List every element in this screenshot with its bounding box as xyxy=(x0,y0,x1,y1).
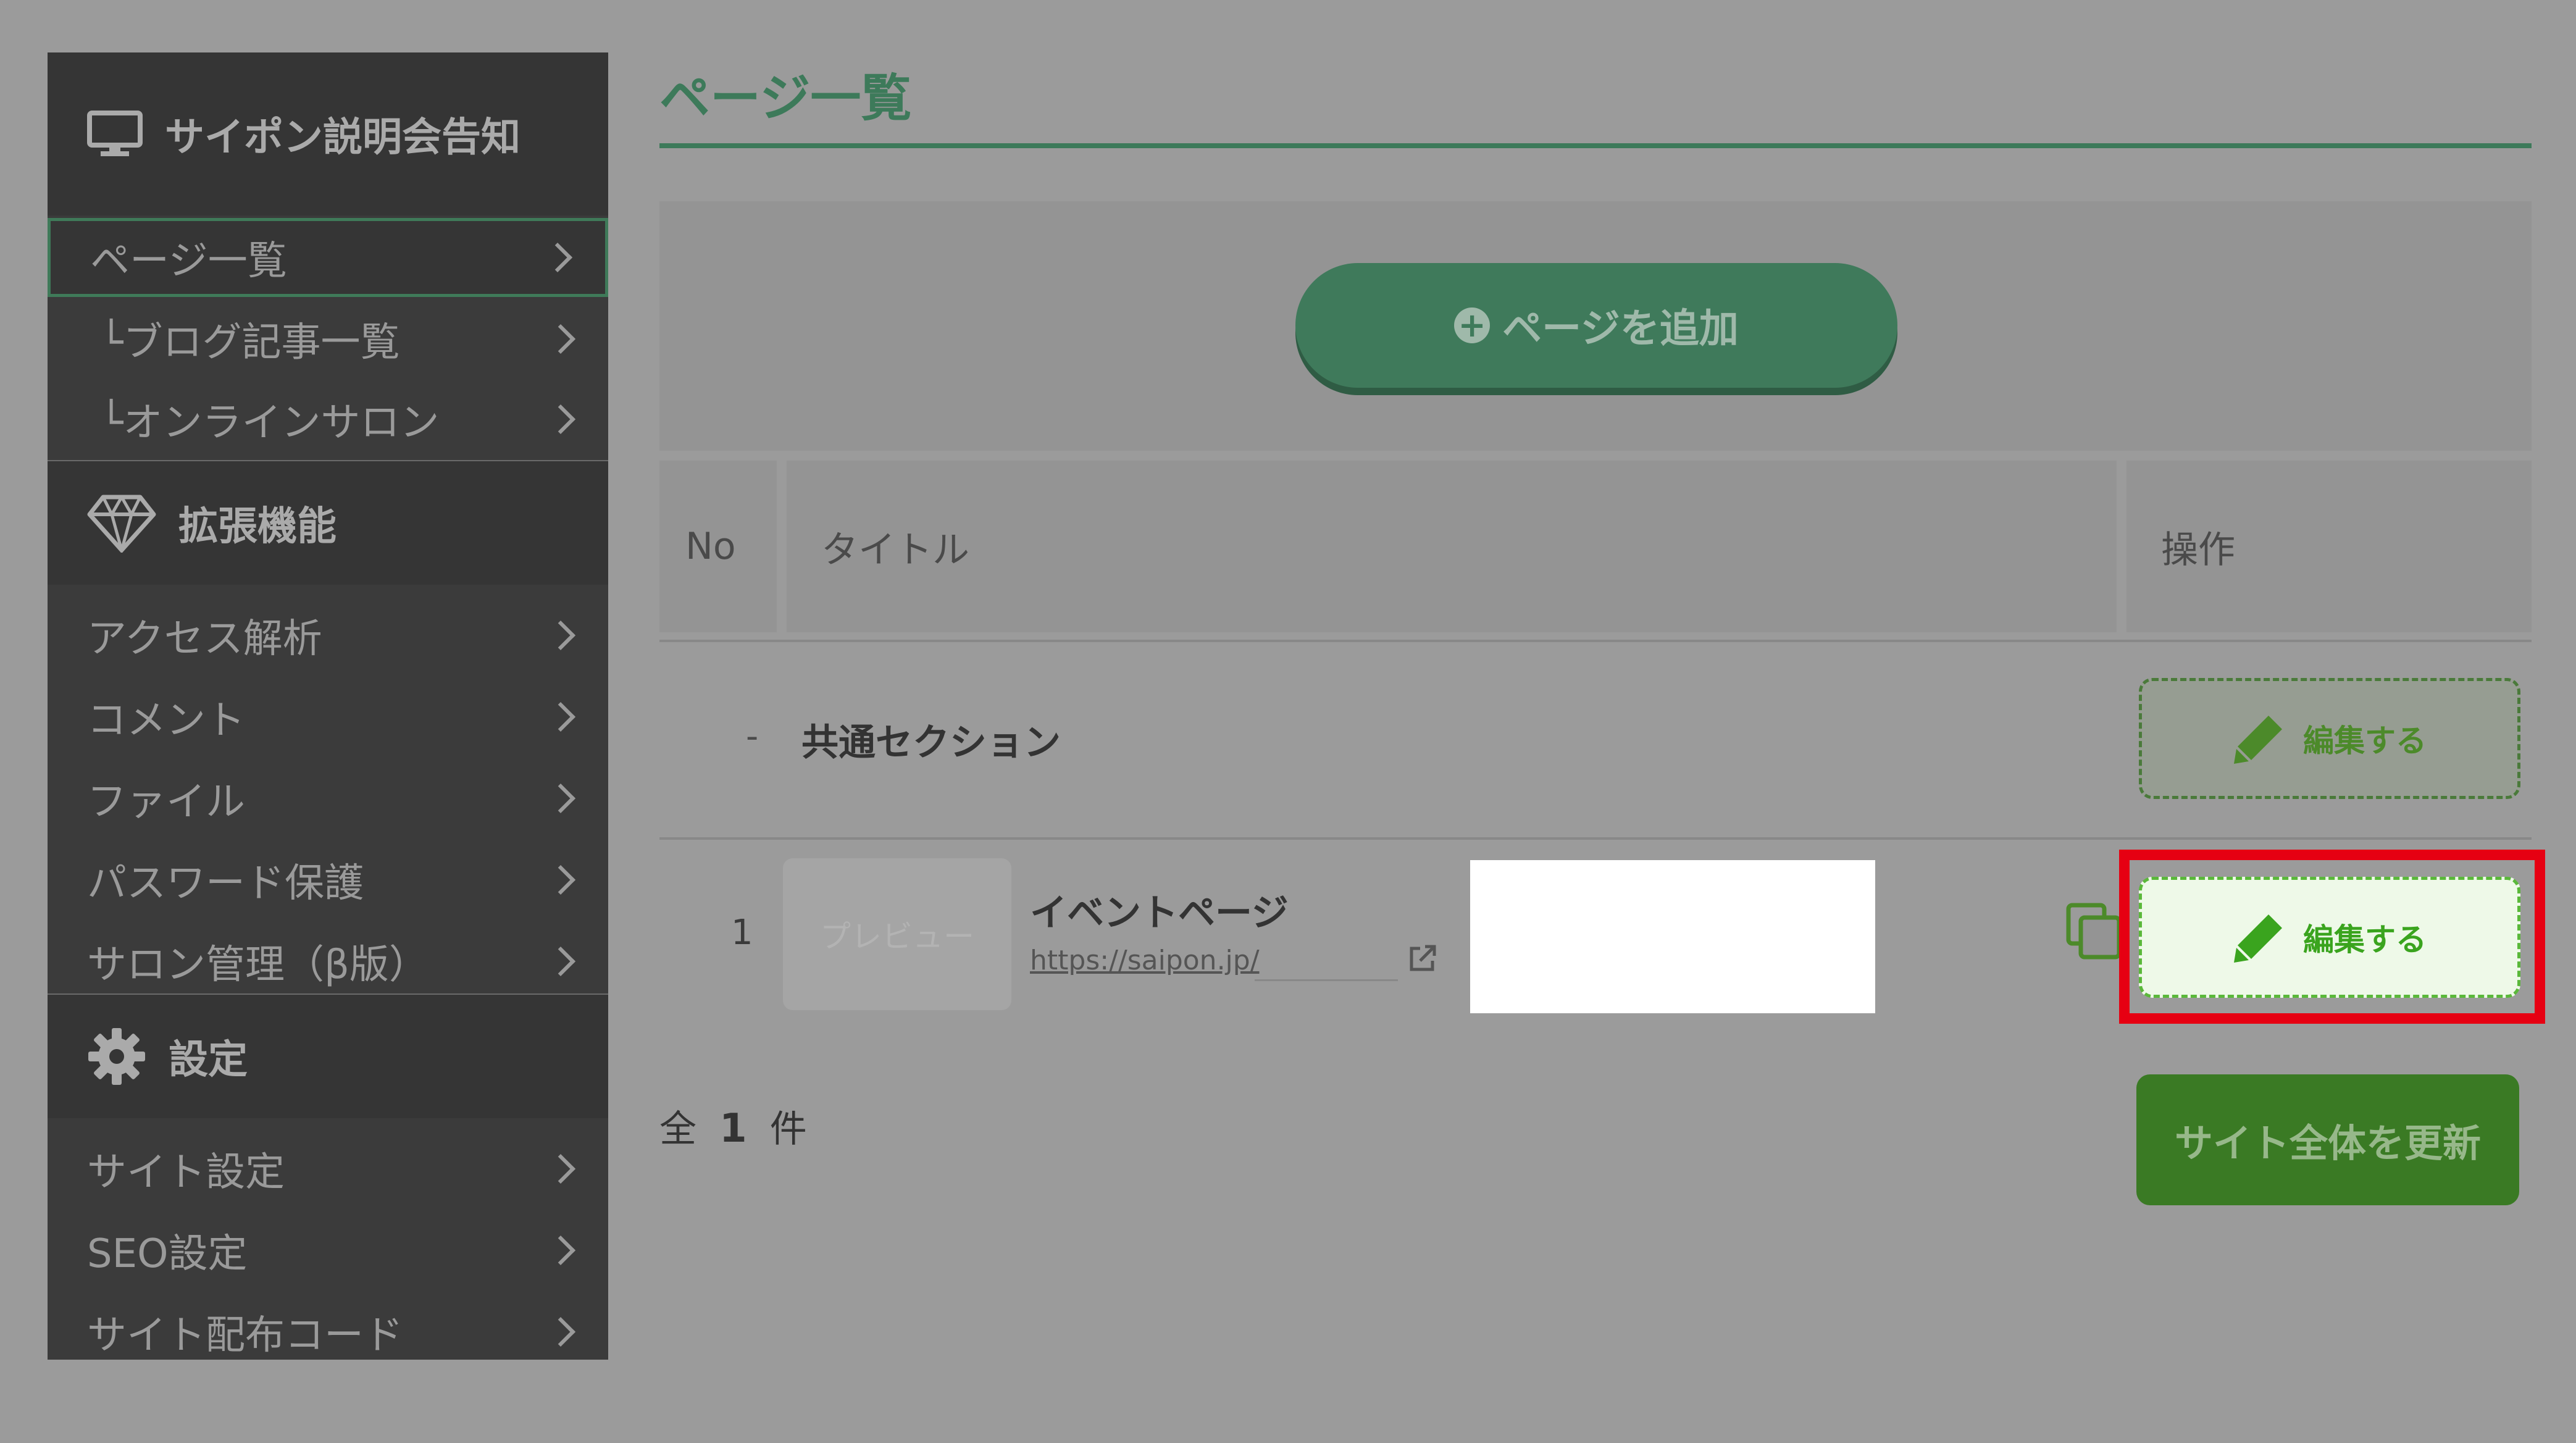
chevron-right-icon xyxy=(545,701,576,732)
edit-common-section-button[interactable]: 編集する xyxy=(2139,678,2520,799)
sidebar-item-label: └オンラインサロン xyxy=(99,400,440,446)
copy-icon[interactable] xyxy=(2066,903,2122,962)
add-page-button[interactable]: + ページを追加 xyxy=(1295,263,1897,388)
sidebar-item-distribution-code[interactable]: サイト配布コード xyxy=(48,1292,608,1371)
edit-button-label: 編集する xyxy=(2303,723,2427,759)
update-site-button[interactable]: サイト全体を更新 xyxy=(2136,1074,2519,1205)
sidebar-item-label: ページ一覧 xyxy=(90,238,287,284)
settings-header-label: 設定 xyxy=(169,1037,248,1083)
chevron-right-icon xyxy=(545,783,576,814)
edit-page-button[interactable]: 編集する xyxy=(2139,877,2520,998)
add-page-label: ページを追加 xyxy=(1502,306,1739,352)
page-name: イベントページ xyxy=(1030,892,1289,935)
pencil-icon xyxy=(2233,712,2286,765)
main-content: ページ一覧 + ページを追加 No タイトル 操作 - 共通セクション 編集する xyxy=(659,0,2545,1443)
gear-icon xyxy=(87,1027,146,1086)
page-title: ページ一覧 xyxy=(659,69,912,128)
chevron-right-icon xyxy=(545,1235,576,1266)
sidebar-item-label: SEO設定 xyxy=(87,1231,248,1277)
sidebar-item-password-protection[interactable]: パスワード保護 xyxy=(48,840,608,919)
pencil-icon xyxy=(2233,911,2286,964)
sidebar-item-label: アクセス解析 xyxy=(87,616,322,662)
preview-label: プレビュー xyxy=(820,919,974,955)
total-prefix: 全 xyxy=(659,1108,696,1151)
sidebar-item-label: └ブログ記事一覧 xyxy=(99,320,400,366)
chevron-right-icon xyxy=(545,946,576,977)
sidebar-item-site-settings[interactable]: サイト設定 xyxy=(48,1129,608,1208)
sidebar: サイポン説明会告知 ページ一覧 └ブログ記事一覧 └オンラインサロン 拡張機能 … xyxy=(48,52,608,1360)
preview-thumbnail[interactable]: プレビュー xyxy=(783,858,1011,1010)
diamond-icon xyxy=(87,493,156,553)
sidebar-item-salon-management[interactable]: サロン管理（β版） xyxy=(48,922,608,1001)
sidebar-item-pages[interactable]: ページ一覧 xyxy=(48,218,608,297)
page-url-link[interactable]: https://saipon.jp/ xyxy=(1030,945,1260,976)
chevron-right-icon xyxy=(545,404,576,435)
external-link-icon[interactable] xyxy=(1407,943,1437,977)
sidebar-item-comments[interactable]: コメント xyxy=(48,677,608,756)
column-header-no: No xyxy=(659,461,777,632)
edit-button-label: 編集する xyxy=(2303,922,2427,958)
total-count: 全 1 件 xyxy=(659,1099,807,1153)
sidebar-app-header: サイポン説明会告知 xyxy=(48,52,608,215)
chevron-right-icon xyxy=(545,620,576,651)
chevron-right-icon xyxy=(545,1153,576,1184)
chevron-right-icon xyxy=(542,242,573,273)
sidebar-item-blog-posts[interactable]: └ブログ記事一覧 xyxy=(48,299,608,379)
chevron-right-icon xyxy=(545,864,576,895)
chevron-right-icon xyxy=(545,324,576,354)
add-page-area: + ページを追加 xyxy=(659,201,2532,451)
sidebar-item-label: ファイル xyxy=(87,779,245,825)
page-url-path-blank xyxy=(1255,950,1398,981)
row-number: 1 xyxy=(731,913,753,953)
total-number: 1 xyxy=(719,1106,747,1152)
row-no-dash: - xyxy=(746,716,759,756)
sidebar-item-online-salon[interactable]: └オンラインサロン xyxy=(48,380,608,459)
sidebar-item-files[interactable]: ファイル xyxy=(48,759,608,838)
app-title: サイポン説明会告知 xyxy=(165,115,521,161)
common-section-label: 共通セクション xyxy=(801,721,1061,764)
column-header-title: タイトル xyxy=(787,461,2117,632)
sidebar-item-label: パスワード保護 xyxy=(87,861,364,906)
total-suffix: 件 xyxy=(769,1108,807,1151)
row-divider xyxy=(659,640,2532,642)
column-header-operations: 操作 xyxy=(2126,461,2532,632)
sidebar-item-label: サロン管理（β版） xyxy=(87,942,429,988)
plus-circle-icon: + xyxy=(1454,307,1491,343)
chevron-right-icon xyxy=(545,1316,576,1347)
sidebar-item-label: サイト配布コード xyxy=(87,1313,403,1358)
sidebar-item-label: サイト設定 xyxy=(87,1150,285,1195)
table-row-common-section: - 共通セクション 編集する xyxy=(659,643,2532,839)
extension-header-label: 拡張機能 xyxy=(178,504,337,550)
sidebar-settings-header: 設定 xyxy=(48,995,608,1118)
sidebar-item-access-analytics[interactable]: アクセス解析 xyxy=(48,596,608,675)
table-header: No タイトル 操作 xyxy=(659,461,2532,632)
sidebar-item-seo-settings[interactable]: SEO設定 xyxy=(48,1211,608,1290)
sidebar-extension-header: 拡張機能 xyxy=(48,461,608,585)
highlight-backdrop xyxy=(1470,860,1875,1013)
monitor-icon xyxy=(87,111,143,157)
sidebar-item-label: コメント xyxy=(87,698,245,743)
title-underline xyxy=(659,143,2532,148)
